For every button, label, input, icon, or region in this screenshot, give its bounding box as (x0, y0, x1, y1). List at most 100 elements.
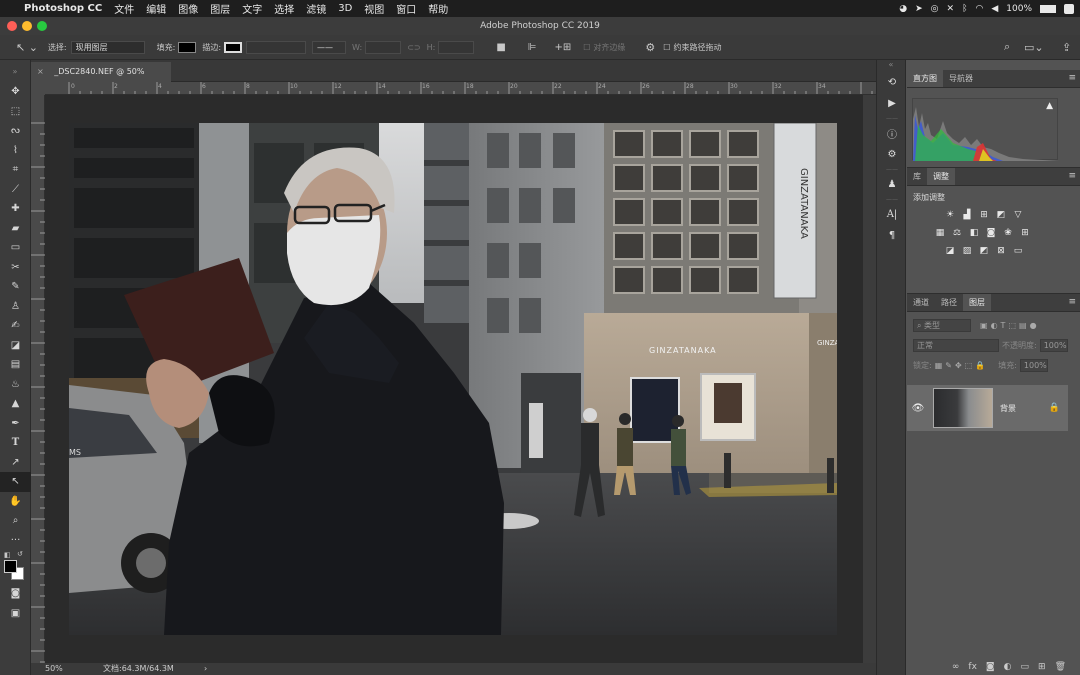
filter-toggle-icon[interactable]: ● (1030, 321, 1037, 330)
layer-style-icon[interactable]: fx (968, 662, 977, 672)
lock-transparent-icon[interactable]: ▦ (935, 361, 943, 370)
zoom-level[interactable]: 50% (45, 663, 63, 675)
menu-file[interactable]: 文件 (108, 1, 140, 16)
posterize-icon[interactable]: ▨ (960, 245, 974, 256)
channel-mixer-icon[interactable]: ❀ (1001, 227, 1015, 238)
visibility-eye-icon[interactable]: 👁 (907, 403, 929, 414)
fill-color-swatch[interactable] (178, 41, 197, 53)
panel-menu-icon[interactable]: ≡ (1068, 73, 1076, 83)
wifi-icon[interactable]: ◠ (975, 4, 983, 14)
vertical-ruler[interactable] (31, 95, 45, 663)
character-panel-icon[interactable]: A| (877, 204, 907, 225)
history-panel-icon[interactable]: ⟲ (877, 72, 907, 93)
zoom-tool-icon[interactable]: ⌕ (0, 511, 31, 531)
clone-stamp-tool-icon[interactable]: ♙ (0, 297, 31, 317)
levels-icon[interactable]: ▟ (960, 209, 974, 220)
lasso-tool-icon[interactable]: ᔓ (0, 121, 31, 141)
menu-window[interactable]: 窗口 (390, 1, 422, 16)
select-target-dropdown[interactable]: 现用图层 (70, 40, 145, 54)
edit-toolbar-icon[interactable]: ··· (0, 531, 31, 551)
tab-layers[interactable]: 图层 (963, 294, 991, 311)
add-mask-icon[interactable]: ◙ (986, 662, 995, 672)
filter-smart-icon[interactable]: ▤ (1019, 321, 1027, 330)
minimize-window-button[interactable] (22, 21, 32, 31)
menu-edit[interactable]: 编辑 (140, 1, 172, 16)
butterfly-icon[interactable]: ✕ (947, 4, 955, 14)
quick-selection-tool-icon[interactable]: ⌇ (0, 141, 31, 161)
brush-tool-icon[interactable]: ✎ (0, 277, 31, 297)
move-tool-icon[interactable]: ✥ (0, 82, 31, 102)
new-group-icon[interactable]: ▭ (1021, 662, 1030, 672)
menu-image[interactable]: 图像 (172, 1, 204, 16)
creative-cloud-icon[interactable] (1064, 3, 1074, 14)
horizontal-ruler[interactable]: 0 2 4 6 8 10 12 14 16 18 20 22 24 26 28 … (45, 82, 876, 95)
dodge-tool-icon[interactable]: ▲ (0, 394, 31, 414)
zoom-window-button[interactable] (37, 21, 47, 31)
sync-icon[interactable]: ◎ (931, 4, 939, 14)
workspace-icon[interactable]: ▭⌄ (1024, 41, 1044, 54)
close-window-button[interactable] (7, 21, 17, 31)
new-layer-icon[interactable]: ⊞ (1038, 662, 1046, 672)
eyedropper-tool-icon[interactable]: ⟋ (0, 180, 31, 200)
tab-channels[interactable]: 通道 (907, 294, 935, 311)
panel-menu-icon[interactable]: ≡ (1068, 297, 1076, 307)
document-canvas-photo[interactable]: GINZATANAKA GINZATANAKA GINZA MS (69, 123, 837, 635)
spot-healing-tool-icon[interactable]: ✚ (0, 199, 31, 219)
expand-dock-icon[interactable]: « (877, 60, 905, 72)
send-icon[interactable]: ➤ (915, 4, 923, 14)
paragraph-panel-icon[interactable]: ¶ (877, 225, 907, 246)
link-layers-icon[interactable]: ∞ (952, 662, 960, 672)
path-arrangement-icon[interactable]: +⊞ (554, 42, 571, 53)
direct-selection-tool-icon[interactable]: ↖ (0, 472, 31, 492)
clone-source-icon[interactable]: ♟ (877, 174, 907, 195)
height-input[interactable] (438, 40, 475, 54)
share-icon[interactable]: ⇪ (1062, 41, 1071, 54)
link-icon[interactable]: ⊂⊃ (407, 43, 420, 52)
hand-tool-icon[interactable]: ✋ (0, 492, 31, 512)
crop-tool-icon[interactable]: ⌗ (0, 160, 31, 180)
document-tab[interactable]: × _DSC2840.NEF @ 50%(RGB/16*) (31, 62, 171, 96)
close-document-icon[interactable]: × (37, 67, 44, 76)
healing-brush-tool-icon[interactable]: ▰ (0, 219, 31, 239)
status-menu-arrow-icon[interactable]: › (204, 663, 207, 675)
filter-type-icon[interactable]: T (1001, 321, 1006, 330)
foreground-color-swatch[interactable] (4, 560, 17, 573)
blend-mode-dropdown[interactable]: 正常 (913, 338, 999, 352)
layer-row[interactable]: 👁 背景 🔒 (907, 385, 1068, 431)
properties-panel-icon[interactable]: ⚙ (877, 144, 907, 165)
swap-colors-icon[interactable]: ↺ (17, 550, 23, 558)
lock-image-icon[interactable]: ✎ (945, 361, 952, 370)
new-fill-adjustment-icon[interactable]: ◐ (1004, 662, 1012, 672)
delete-layer-icon[interactable]: 🗑 (1055, 662, 1066, 672)
menu-3d[interactable]: 3D (332, 3, 358, 14)
color-lookup-icon[interactable]: ⊞ (1018, 227, 1032, 238)
tab-histogram[interactable]: 直方图 (907, 70, 943, 87)
opacity-input[interactable]: 100% (1039, 338, 1068, 352)
path-alignment-icon[interactable]: ⊫ (528, 42, 537, 53)
selective-color-icon[interactable]: ⊠ (994, 245, 1008, 256)
photo-filter-icon[interactable]: ◙ (984, 227, 998, 238)
red-eye-tool-icon[interactable]: ✂ (0, 258, 31, 278)
stroke-type-dropdown[interactable]: —— (312, 40, 347, 54)
quick-mask-icon[interactable]: ◙ (0, 584, 31, 604)
actions-panel-icon[interactable]: ▶ (877, 93, 907, 114)
battery-icon[interactable] (1040, 4, 1056, 13)
path-operations-icon[interactable]: ■ (496, 42, 505, 53)
tab-libraries[interactable]: 库 (907, 168, 927, 185)
settings-gear-icon[interactable]: ⚙ (645, 41, 655, 54)
kind-filter-dropdown[interactable]: ⌕ 类型 (913, 318, 971, 332)
gradient-map-icon[interactable]: ▭ (1011, 245, 1025, 256)
threshold-icon[interactable]: ◩ (977, 245, 991, 256)
move-tool-preset-icon[interactable]: ↖ ⌄ (16, 41, 38, 54)
collapse-toolbar-icon[interactable]: » (0, 60, 30, 82)
pen-tool-icon[interactable]: ✒ (0, 414, 31, 434)
clipping-warning-icon[interactable]: ▲ (1046, 101, 1053, 111)
blur-tool-icon[interactable]: ♨ (0, 375, 31, 395)
color-balance-icon[interactable]: ⚖ (950, 227, 964, 238)
stroke-color-swatch[interactable] (224, 41, 243, 53)
filter-shape-icon[interactable]: ⬚ (1008, 321, 1016, 330)
layer-name[interactable]: 背景 (1000, 403, 1016, 414)
filter-adjustment-icon[interactable]: ◐ (991, 321, 998, 330)
invert-icon[interactable]: ◪ (943, 245, 957, 256)
exposure-icon[interactable]: ◩ (994, 209, 1008, 220)
